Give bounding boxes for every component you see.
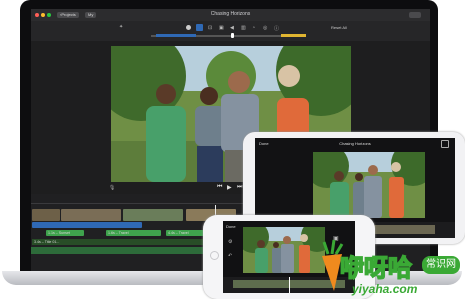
noise-reduction-icon[interactable]: ▥ (241, 25, 246, 31)
microphone-icon[interactable]: 🎙︎ (109, 185, 115, 191)
ipad-group-photo (313, 152, 425, 218)
filter-icon[interactable]: ◎ (263, 25, 267, 31)
ipad-project-title: Chasing Horizons (339, 141, 371, 146)
iphone-done-button[interactable]: Done (226, 224, 236, 229)
share-button[interactable] (409, 12, 421, 18)
timeline-clip[interactable] (32, 209, 60, 221)
stabilization-icon[interactable]: ▣ (219, 25, 224, 31)
window-title: Chasing Horizons (210, 11, 251, 17)
skip-forward-icon[interactable]: ⏭ (237, 184, 242, 191)
reset-all-button[interactable]: Reset All (331, 25, 347, 30)
watermark-logo: 咿呀哈 常识网 yiyaha.com (312, 236, 465, 299)
exposure-slider-fill (156, 34, 196, 37)
iphone-settings-icon[interactable]: ⚙ (228, 239, 232, 245)
color-correction-icon[interactable] (196, 24, 203, 31)
slider-thumb[interactable] (231, 33, 234, 38)
color-balance-icon[interactable] (186, 25, 191, 30)
ipad-share-icon[interactable] (441, 140, 449, 148)
play-icon[interactable]: ▶ (227, 184, 232, 191)
watermark-brand: 咿呀哈 (339, 253, 413, 283)
ipad-video-viewer[interactable] (313, 152, 425, 218)
iphone-home-button[interactable] (210, 251, 219, 260)
iphone-playhead[interactable] (289, 277, 290, 293)
title-bar: ‹Projects My Chasing Horizons (31, 9, 430, 21)
watermark-badge: 常识网 (422, 256, 460, 274)
iphone-undo-icon[interactable]: ↶ (228, 253, 232, 259)
adjustment-toolbar: ✦ ⊡ ▣ ◀ ▥ ◔ ◎ ⓘ Reset All (31, 21, 430, 41)
audio-track[interactable]: 3.4s – Title 01... (32, 239, 232, 245)
title-bar-clip[interactable] (32, 222, 142, 228)
speed-icon[interactable]: ◔ (252, 25, 255, 31)
timeline-clip[interactable] (61, 209, 121, 221)
watermark-url: yiyaha.com (352, 282, 418, 296)
cutaway-clip-1[interactable]: 1.1s – Sunset (46, 230, 84, 236)
crop-icon[interactable]: ⊡ (208, 25, 212, 31)
info-icon[interactable]: ⓘ (274, 25, 279, 32)
skip-back-icon[interactable]: ⏮ (217, 184, 222, 191)
volume-icon[interactable]: ◀ (230, 25, 234, 31)
temperature-slider-fill (281, 34, 306, 37)
timeline-clip[interactable] (123, 209, 183, 221)
magic-wand-icon[interactable]: ✦ (119, 24, 123, 30)
cutaway-clip-2[interactable]: 1.6s – Travel (106, 230, 161, 236)
